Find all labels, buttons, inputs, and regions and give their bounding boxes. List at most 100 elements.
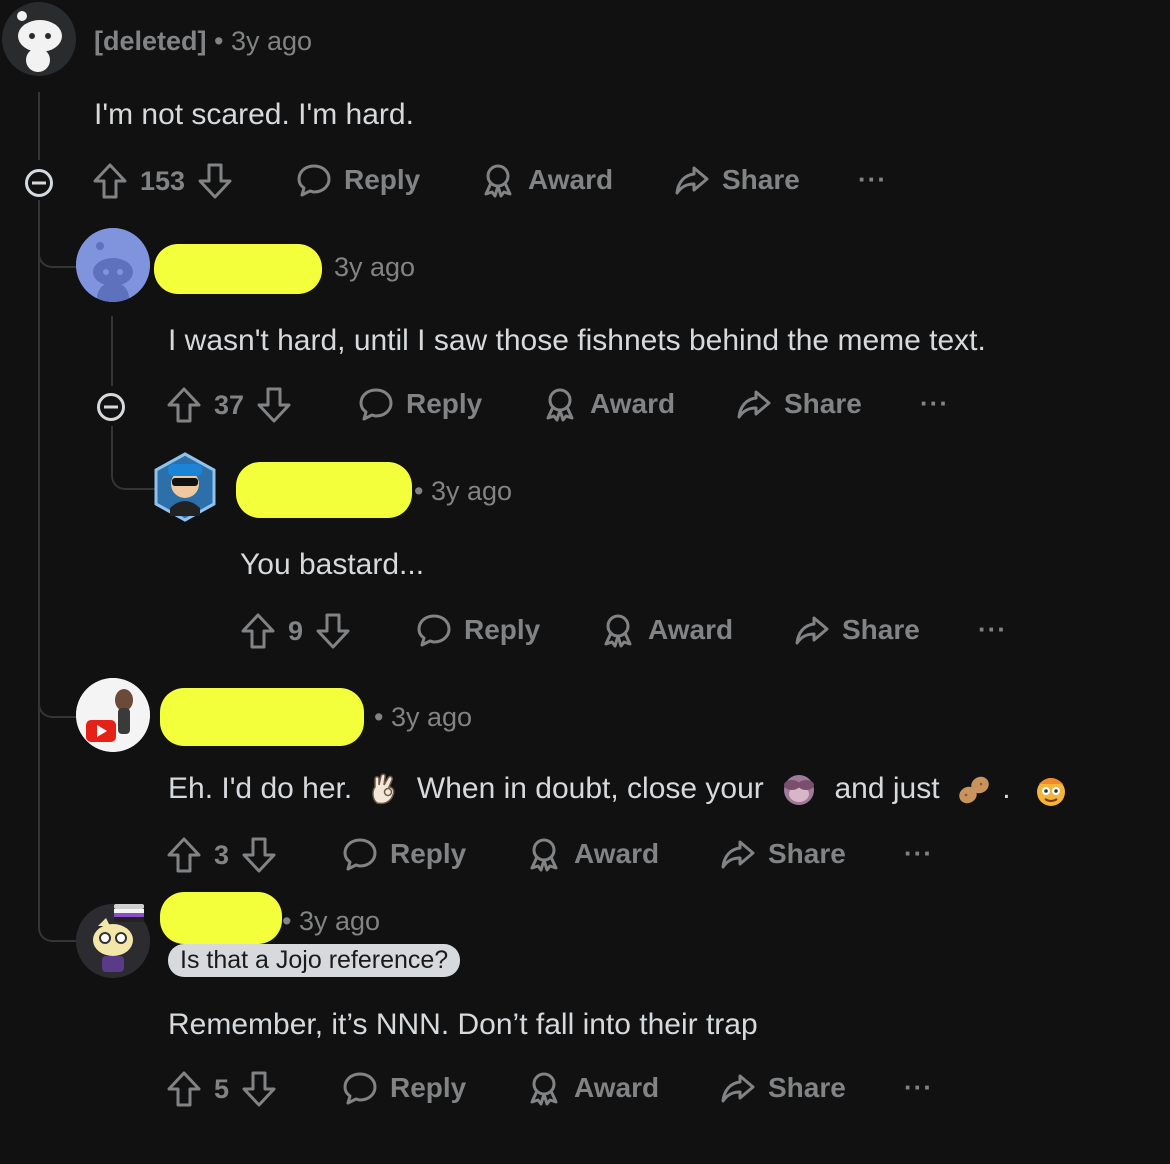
timestamp: 3y ago <box>390 702 473 732</box>
more-options-button[interactable]: ··· <box>920 388 949 419</box>
share-button[interactable]: Share <box>794 612 920 648</box>
snoo-avatar-icon <box>76 228 150 302</box>
upvote-icon[interactable] <box>240 612 276 650</box>
reply-label: Reply <box>406 388 483 419</box>
share-label: Share <box>768 1072 846 1103</box>
timestamp: 3y ago <box>430 476 513 506</box>
thread-elbow <box>38 680 78 718</box>
redacted-username <box>236 462 412 518</box>
youtuber-avatar-icon <box>76 678 150 752</box>
award-button[interactable]: Award <box>480 162 613 198</box>
share-label: Share <box>784 388 862 419</box>
comment-body: You bastard... <box>240 548 425 581</box>
comment-actions: 3 Reply Award Share ··· <box>166 836 966 880</box>
downvote-icon[interactable] <box>256 386 292 424</box>
award-label: Award <box>574 1072 660 1103</box>
upvote-group: 9 <box>240 612 351 650</box>
comment-text-part: and just <box>834 772 940 805</box>
avatar[interactable] <box>76 678 150 752</box>
share-icon <box>721 1074 755 1103</box>
comment-actions: 9 Reply Award Share ··· <box>240 612 1040 656</box>
timestamp: 3y ago <box>298 906 381 936</box>
award-icon <box>546 388 574 422</box>
downvote-icon[interactable] <box>315 612 351 650</box>
reply-label: Reply <box>344 164 421 195</box>
reply-label: Reply <box>464 614 541 645</box>
redacted-username <box>160 688 364 746</box>
avatar[interactable] <box>152 450 218 524</box>
share-icon <box>675 166 709 195</box>
redacted-username <box>160 892 282 944</box>
reply-icon <box>343 1072 377 1105</box>
thread-line <box>38 200 40 900</box>
share-icon <box>795 616 829 645</box>
upvote-icon[interactable] <box>92 162 128 200</box>
upvote-icon[interactable] <box>166 836 202 874</box>
timestamp: 3y ago <box>231 26 313 56</box>
award-label: Award <box>574 838 660 869</box>
award-icon <box>604 614 632 648</box>
share-button[interactable]: Share <box>674 162 800 198</box>
award-icon <box>530 838 558 872</box>
reply-button[interactable]: Reply <box>416 612 540 648</box>
username[interactable]: [deleted] <box>94 26 207 56</box>
reply-button[interactable]: Reply <box>342 836 466 872</box>
reply-icon <box>417 614 451 647</box>
vote-count: 9 <box>288 615 304 646</box>
reply-button[interactable]: Reply <box>342 1070 466 1106</box>
more-options-button[interactable]: ··· <box>904 1072 933 1103</box>
comment-text-part: . <box>1002 772 1011 805</box>
more-options-button[interactable]: ··· <box>978 614 1007 645</box>
share-label: Share <box>768 838 846 869</box>
downvote-icon[interactable] <box>241 836 277 874</box>
comment-meta: • 3y ago <box>414 476 512 507</box>
timestamp: 3y ago <box>334 252 416 282</box>
more-options-button[interactable]: ··· <box>858 164 887 195</box>
downvote-icon[interactable] <box>241 1070 277 1108</box>
vote-count: 5 <box>214 1073 230 1104</box>
meta-separator: • <box>282 906 299 936</box>
upvote-group: 153 <box>92 162 233 200</box>
upvote-icon[interactable] <box>166 1070 202 1108</box>
award-button[interactable]: Award <box>526 1070 659 1106</box>
reply-icon <box>343 838 377 871</box>
upvote-group: 37 <box>166 386 292 424</box>
share-label: Share <box>842 614 920 645</box>
collapse-icon[interactable] <box>24 168 54 198</box>
award-button[interactable]: Award <box>600 612 733 648</box>
award-label: Award <box>528 164 614 195</box>
comment-actions: 153 Reply Award Share ··· <box>92 162 892 206</box>
comment-actions: 5 Reply Award Share ··· <box>166 1070 966 1114</box>
see-no-evil-emoji-icon <box>784 775 815 806</box>
reply-button[interactable]: Reply <box>296 162 420 198</box>
award-icon <box>484 164 512 198</box>
share-button[interactable]: Share <box>720 1070 846 1106</box>
downvote-icon[interactable] <box>197 162 233 200</box>
reply-button[interactable]: Reply <box>358 386 482 422</box>
upvote-icon[interactable] <box>166 386 202 424</box>
award-button[interactable]: Award <box>542 386 675 422</box>
avatar[interactable] <box>2 2 76 76</box>
thread-elbow <box>38 230 78 268</box>
award-button[interactable]: Award <box>526 836 659 872</box>
thread-elbow <box>38 890 78 942</box>
award-label: Award <box>648 614 734 645</box>
thread-line <box>38 92 40 160</box>
meta-separator: • <box>374 702 391 732</box>
share-button[interactable]: Share <box>720 836 846 872</box>
comment-body: I'm not scared. I'm hard. <box>94 98 414 131</box>
comment-actions: 37 Reply Award Share ··· <box>166 386 966 430</box>
award-label: Award <box>590 388 676 419</box>
collapse-icon[interactable] <box>96 392 126 422</box>
comment-meta: • 3y ago <box>374 702 472 733</box>
avatar[interactable] <box>76 228 150 302</box>
redacted-username <box>154 244 322 294</box>
share-icon <box>721 840 755 869</box>
meta-separator: • <box>214 26 231 56</box>
comment-body: I wasn't hard, until I saw those fishnet… <box>168 324 986 357</box>
more-options-button[interactable]: ··· <box>904 838 933 869</box>
comment-body: Eh. I'd do her. When in doubt, close you… <box>168 772 1069 808</box>
vote-count: 37 <box>214 389 245 420</box>
share-button[interactable]: Share <box>736 386 862 422</box>
reply-label: Reply <box>390 1072 467 1103</box>
